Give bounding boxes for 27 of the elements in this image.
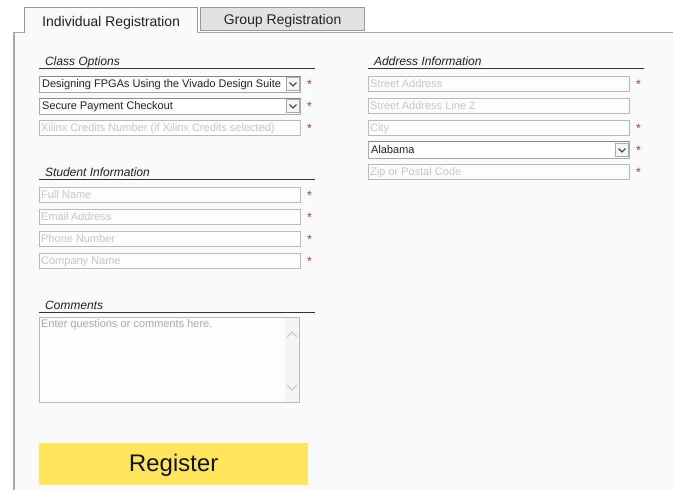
section-heading: Comments: [39, 298, 315, 313]
caret-icon: [615, 143, 629, 157]
required-mark: *: [307, 210, 313, 224]
required-mark: *: [307, 254, 313, 268]
section-heading: Student Information: [39, 165, 315, 180]
comments-field[interactable]: Enter questions or comments here.: [39, 317, 300, 403]
section-heading: Class Options: [39, 54, 315, 69]
section-heading: Address Information: [368, 54, 644, 69]
scroll-down-icon[interactable]: [286, 384, 298, 392]
required-mark: *: [636, 77, 642, 91]
tab[interactable]: Individual Registration: [24, 7, 198, 33]
tab[interactable]: Group Registration: [200, 7, 365, 31]
required-mark: *: [307, 232, 313, 246]
dropdown[interactable]: Alabama: [368, 141, 630, 159]
required-mark: *: [307, 77, 313, 91]
required-mark: *: [307, 188, 313, 202]
required-mark: *: [636, 143, 642, 157]
caret-icon: [286, 77, 300, 91]
dropdown[interactable]: Designing FPGAs Using the Vivado Design Suite: [39, 76, 301, 92]
required-mark: *: [636, 165, 642, 179]
required-mark: *: [307, 99, 313, 113]
caret-icon: [286, 99, 300, 113]
required-mark: *: [636, 121, 642, 135]
required-mark: *: [307, 121, 313, 135]
scroll-up-icon[interactable]: [286, 330, 298, 338]
register-button[interactable]: Register: [39, 443, 308, 485]
dropdown[interactable]: Secure Payment Checkout: [39, 98, 301, 114]
